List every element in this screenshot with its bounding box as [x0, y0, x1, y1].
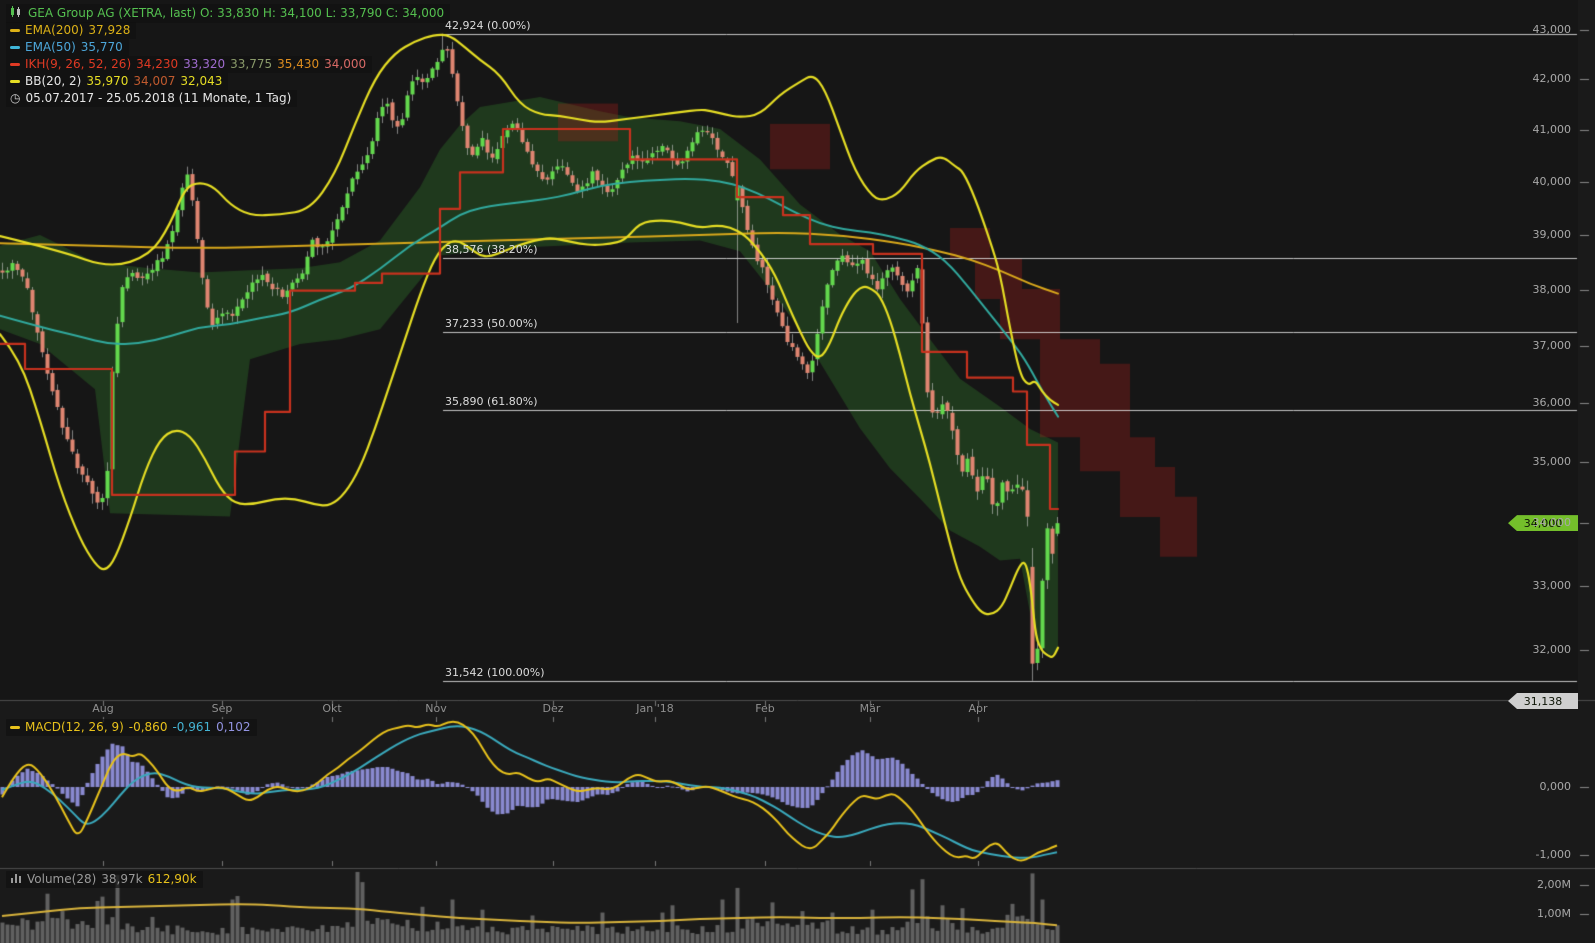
legend-ema50-row[interactable]: EMA(50) 35,770 — [6, 39, 129, 56]
ikh-value-2: 33,320 — [183, 57, 226, 71]
volume-bars-icon — [10, 872, 22, 886]
price-chart-canvas[interactable] — [0, 0, 1595, 943]
legend-ema200-row[interactable]: EMA(200) 37,928 — [6, 22, 137, 39]
ema50-marker-icon — [10, 45, 20, 49]
candlestick-icon — [10, 5, 23, 21]
ikh-value-1: 34,230 — [136, 57, 179, 71]
ema200-marker-icon — [10, 28, 20, 32]
legend-macd-row[interactable]: MACD(12, 26, 9) -0,860 -0,961 0,102 — [6, 719, 257, 736]
ikh-label: IKH(9, 26, 52, 26) — [25, 57, 132, 71]
macd-signal-value: -0,961 — [172, 720, 212, 734]
volume-last-value: 612,90k — [147, 872, 197, 886]
ikh-value-4: 35,430 — [277, 57, 320, 71]
bb-value-1: 35,970 — [86, 74, 129, 88]
clock-icon: ◷ — [10, 91, 21, 105]
ema50-value: 35,770 — [80, 40, 123, 54]
date-range: 05.07.2017 - 25.05.2018 (11 Monate, 1 Ta… — [25, 91, 292, 105]
macd-marker-icon — [10, 725, 20, 729]
macd-hist-value: 0,102 — [216, 720, 251, 734]
bb-marker-icon — [10, 79, 20, 83]
macd-value: -0,860 — [128, 720, 168, 734]
legend-daterange-row[interactable]: ◷ 05.07.2017 - 25.05.2018 (11 Monate, 1 … — [6, 90, 298, 107]
chart-window: GEA Group AG (XETRA, last) O: 33,830 H: … — [0, 0, 1595, 943]
legend-bb-row[interactable]: BB(20, 2) 35,970 34,007 32,043 — [6, 73, 229, 90]
macd-label: MACD(12, 26, 9) — [25, 720, 124, 734]
bb-value-2: 34,007 — [133, 74, 176, 88]
volume-ma-value: 38,97k — [101, 872, 143, 886]
instrument-title: GEA Group AG (XETRA, last) O: 33,830 H: … — [28, 6, 445, 20]
bb-label: BB(20, 2) — [25, 74, 82, 88]
volume-label: Volume(28) — [27, 872, 97, 886]
legend-ikh-row[interactable]: IKH(9, 26, 52, 26) 34,230 33,320 33,775 … — [6, 56, 373, 73]
ema50-label: EMA(50) — [25, 40, 76, 54]
legend-instrument-row[interactable]: GEA Group AG (XETRA, last) O: 33,830 H: … — [6, 4, 451, 23]
legend-volume-row[interactable]: Volume(28) 38,97k 612,90k — [6, 871, 203, 888]
ema200-label: EMA(200) — [25, 23, 84, 37]
ikh-marker-icon — [10, 62, 20, 66]
ikh-value-5: 34,000 — [324, 57, 367, 71]
ema200-value: 37,928 — [88, 23, 131, 37]
ikh-value-3: 33,775 — [230, 57, 273, 71]
bb-value-3: 32,043 — [180, 74, 223, 88]
